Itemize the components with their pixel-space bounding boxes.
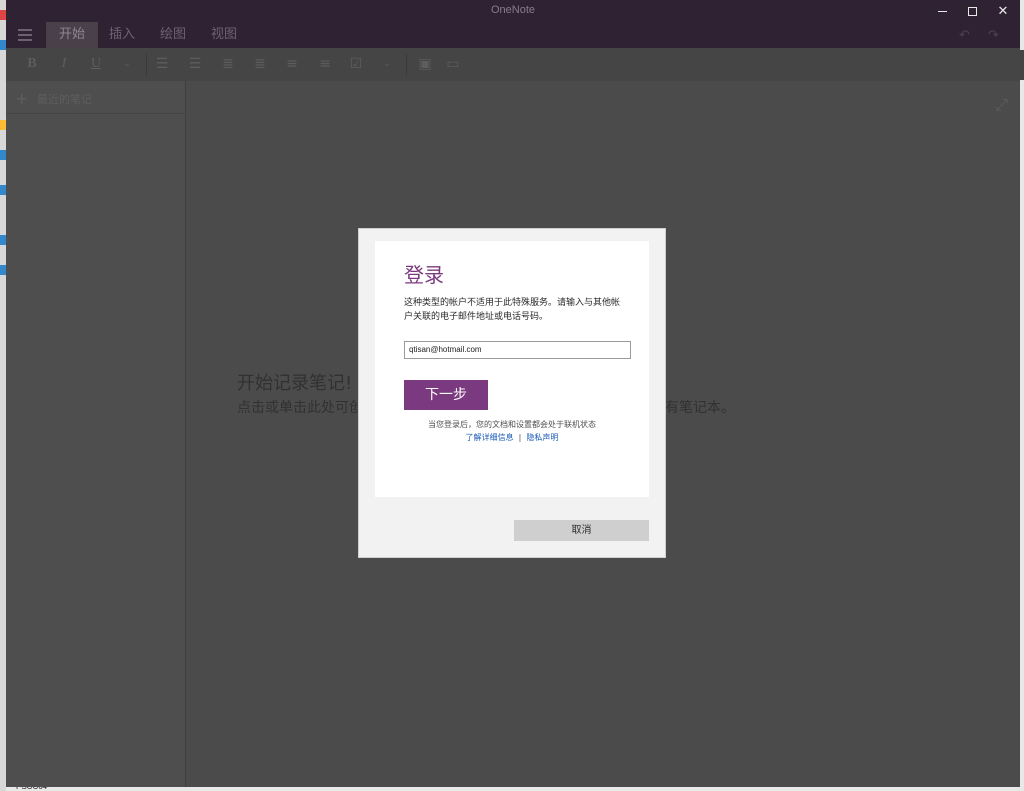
canvas-hint-title: 开始记录笔记! (237, 373, 353, 394)
redo-icon[interactable]: ↷ (988, 28, 1002, 43)
picture-icon[interactable]: ▣ (416, 56, 434, 72)
dialog-title: 登录 (404, 263, 444, 287)
tab-home[interactable]: 开始 (46, 22, 98, 48)
dialog-message: 这种类型的帐户不适用于此特殊服务。请输入与其他帐户关联的电子邮件地址或电话号码。 (404, 298, 621, 322)
link-separator: | (518, 433, 522, 442)
notebook-sidebar: + 最近的笔记 (6, 81, 186, 787)
align-icon[interactable]: ≡ (283, 56, 301, 72)
more-format-icon[interactable]: ⌄ (118, 56, 136, 72)
bold-button[interactable]: B (23, 56, 41, 72)
privacy-link[interactable]: 隐私声明 (526, 433, 558, 442)
title-bar: OneNote ✕ (6, 0, 1020, 22)
minimize-icon (937, 10, 947, 12)
maximize-icon (967, 6, 977, 16)
toolbar-divider (146, 54, 147, 76)
cancel-button[interactable]: 取消 (514, 520, 649, 541)
recent-notes-label: 最近的笔记 (37, 93, 92, 106)
indent-icon[interactable]: ≣ (251, 56, 269, 72)
minimize-button[interactable] (925, 0, 959, 22)
learn-more-link[interactable]: 了解详细信息 (466, 433, 514, 442)
italic-button[interactable]: I (55, 56, 73, 72)
checkbox-icon[interactable]: ☑ (347, 56, 365, 72)
undo-icon[interactable]: ↶ (959, 28, 973, 43)
add-notebook-row[interactable]: + 最近的笔记 (6, 81, 186, 114)
underline-button[interactable]: U (87, 56, 105, 72)
sign-in-panel: 登录 这种类型的帐户不适用于此特殊服务。请输入与其他帐户关联的电子邮件地址或电话… (375, 241, 649, 497)
next-button[interactable]: 下一步 (404, 380, 488, 410)
formatting-toolbar: B I U ⌄ ☰ ☰ ≣ ≣ ≡ ≡ ☑ ⌄ ▣ ▭ (6, 48, 1020, 81)
sign-in-note: 当您登录后，您的文档和设置都会处于联机状态 (428, 420, 596, 429)
numbered-list-icon[interactable]: ☰ (186, 56, 204, 72)
tab-view[interactable]: 视图 (204, 22, 244, 48)
close-button[interactable]: ✕ (986, 0, 1020, 22)
ribbon-tabs: 开始 插入 绘图 视图 ↶ ↷ (6, 22, 1020, 48)
plus-icon: + (15, 89, 29, 108)
more-paragraph-icon[interactable]: ⌄ (378, 56, 396, 72)
tab-insert[interactable]: 插入 (102, 22, 142, 48)
picture-label-placeholder: ▭ (446, 56, 460, 72)
bullet-list-icon[interactable]: ☰ (153, 56, 171, 72)
hamburger-menu-icon[interactable] (18, 29, 32, 41)
canvas-hint-right: 有笔记本。 (665, 400, 735, 416)
close-icon: ✕ (997, 3, 1009, 19)
window-title: OneNote (490, 4, 536, 16)
expand-icon[interactable]: ⤢ (995, 95, 1008, 115)
canvas-hint-left: 点击或单击此处可创 (237, 400, 363, 416)
email-field[interactable]: qtisan@hotmail.com (404, 341, 631, 359)
tab-draw[interactable]: 绘图 (153, 22, 193, 48)
style-icon[interactable]: ≡ (316, 56, 334, 72)
outdent-icon[interactable]: ≣ (219, 56, 237, 72)
sign-in-dialog: 登录 这种类型的帐户不适用于此特殊服务。请输入与其他帐户关联的电子邮件地址或电话… (359, 229, 665, 557)
toolbar-divider (406, 54, 407, 76)
dialog-links: 了解详细信息 | 隐私声明 (375, 432, 649, 443)
maximize-button[interactable] (955, 0, 989, 22)
